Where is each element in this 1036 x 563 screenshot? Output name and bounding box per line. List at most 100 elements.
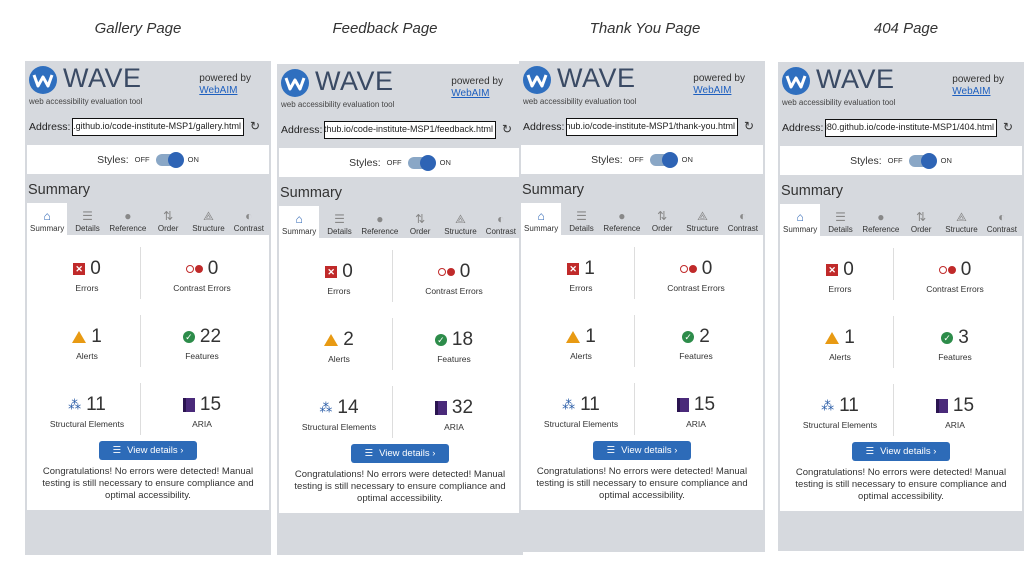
order-icon: ⇅	[916, 210, 927, 224]
aria-icon	[434, 401, 447, 415]
tab-structure[interactable]: ⟁ Structure	[682, 203, 722, 235]
stat-grid: ✕ 0 Errors 0 Contrast Errors 1 Alerts ✓ 3 Feature…	[780, 236, 1022, 442]
tab-label: Structure	[444, 227, 477, 236]
tab-summary[interactable]: ⌂ Summary	[279, 206, 320, 238]
styles-toggle-bar: Styles: OFF ON	[279, 148, 521, 177]
address-input[interactable]: l.github.io/code-institute-MSP1/gallery.…	[72, 118, 244, 136]
tab-reference[interactable]: ● Reference	[108, 203, 148, 235]
stat-aria: 32 ARIA	[394, 396, 514, 432]
address-input[interactable]: hub.io/code-institute-MSP1/thank-you.htm…	[566, 118, 738, 136]
view-details-button[interactable]: ☰ View details ›	[852, 442, 950, 461]
reload-icon[interactable]: ↻	[744, 119, 754, 133]
reload-icon[interactable]: ↻	[1003, 120, 1013, 134]
tab-order[interactable]: ⇅ Order	[400, 206, 440, 238]
tab-contrast[interactable]: ◐ Contrast	[481, 206, 521, 238]
view-details-button[interactable]: ☰ View details ›	[351, 444, 449, 463]
address-input[interactable]: i80.github.io/code-institute-MSP1/404.ht…	[825, 119, 997, 137]
styles-toggle-bar: Styles: OFF ON	[27, 145, 269, 174]
stat-line: 0	[895, 258, 1015, 282]
order-icon: ⇅	[163, 209, 174, 223]
stat-structural: ⁂ 14 Structural Elements	[279, 396, 399, 432]
styles-toggle-bar: Styles: OFF ON	[780, 146, 1022, 175]
webaim-link[interactable]: WebAIM	[693, 85, 745, 97]
stat-label: Alerts	[76, 351, 98, 361]
powered-by: powered by WebAIM	[952, 74, 1004, 98]
stat-label: Alerts	[328, 354, 350, 364]
wave-logo-icon	[280, 68, 310, 98]
tab-reference[interactable]: ● Reference	[360, 206, 400, 238]
wave-logo-icon	[522, 65, 552, 95]
tab-label: Details	[75, 224, 100, 233]
list-icon: ☰	[606, 445, 616, 456]
tab-structure[interactable]: ⟁ Structure	[188, 203, 228, 235]
stat-contrast-errors: 0 Contrast Errors	[142, 257, 262, 293]
tab-order[interactable]: ⇅ Order	[642, 203, 682, 235]
styles-toggle[interactable]	[407, 154, 436, 171]
tab-bar: ⌂ Summary ☰ Details ● Reference ⇅ Order ⟁ Structu…	[521, 203, 763, 235]
structure-icon: ⁂	[562, 397, 576, 412]
styles-toggle[interactable]	[155, 151, 184, 168]
view-details-button[interactable]: ☰ View details ›	[593, 441, 691, 460]
styles-on-label: ON	[187, 155, 199, 164]
stat-aria: 15 ARIA	[636, 393, 756, 429]
wave-header: WAVE web accessibility evaluation tool pow…	[778, 62, 1024, 112]
home-icon: ⌂	[43, 209, 51, 223]
tab-contrast[interactable]: ◐ Contrast	[982, 204, 1022, 236]
contrast-icon: ◐	[497, 212, 505, 226]
reload-icon[interactable]: ↻	[250, 119, 260, 133]
tab-summary[interactable]: ⌂ Summary	[521, 203, 562, 235]
tab-label: Contrast	[986, 225, 1017, 234]
tab-summary[interactable]: ⌂ Summary	[27, 203, 68, 235]
tab-summary[interactable]: ⌂ Summary	[780, 204, 821, 236]
tab-label: Structure	[686, 224, 719, 233]
alert-icon	[324, 334, 339, 346]
page-title: Thank You Page	[589, 20, 701, 37]
address-row: Address: ithub.io/code-institute-MSP1/fee…	[277, 120, 523, 142]
stat-contrast-errors: 0 Contrast Errors	[636, 257, 756, 293]
tab-details[interactable]: ☰ Details	[67, 203, 107, 235]
stat-count: 15	[199, 394, 222, 415]
wave-subtitle: web accessibility evaluation tool	[523, 97, 637, 106]
tab-label: Summary	[30, 224, 65, 233]
styles-toggle-bar: Styles: OFF ON	[521, 145, 763, 174]
tab-structure[interactable]: ⟁ Structure	[941, 204, 981, 236]
address-input[interactable]: ithub.io/code-institute-MSP1/feedback.ht…	[324, 121, 496, 139]
webaim-link[interactable]: WebAIM	[451, 88, 503, 100]
tab-reference[interactable]: ● Reference	[861, 204, 901, 236]
structure-icon: ⟁	[697, 209, 708, 223]
tab-details[interactable]: ☰ Details	[561, 203, 601, 235]
stat-count: 1	[844, 327, 855, 348]
tab-contrast[interactable]: ◐ Contrast	[723, 203, 763, 235]
structure-icon: ⟁	[455, 212, 466, 226]
tab-order[interactable]: ⇅ Order	[901, 204, 941, 236]
stat-label: Alerts	[829, 352, 851, 362]
wave-subtitle: web accessibility evaluation tool	[29, 97, 143, 106]
stat-grid: ✕ 0 Errors 0 Contrast Errors 1 Alerts ✓ 22 Featur…	[27, 235, 269, 441]
reload-icon[interactable]: ↻	[502, 122, 512, 136]
tab-details[interactable]: ☰ Details	[820, 204, 860, 236]
tab-order[interactable]: ⇅ Order	[148, 203, 188, 235]
styles-toggle[interactable]	[649, 151, 678, 168]
webaim-link[interactable]: WebAIM	[952, 86, 1004, 98]
styles-toggle[interactable]	[908, 152, 937, 169]
stat-count: 32	[451, 397, 474, 418]
stat-label: Features	[679, 351, 713, 361]
stat-label: Errors	[828, 284, 852, 294]
summary-card: ✕ 0 Errors 0 Contrast Errors 1 Alerts ✓ 22 Featur…	[27, 235, 269, 510]
tab-contrast[interactable]: ◐ Contrast	[229, 203, 269, 235]
webaim-link[interactable]: WebAIM	[199, 85, 251, 97]
stat-count: 11	[580, 394, 600, 415]
tab-structure[interactable]: ⟁ Structure	[440, 206, 480, 238]
tab-reference[interactable]: ● Reference	[602, 203, 642, 235]
view-details-button[interactable]: ☰ View details ›	[99, 441, 197, 460]
toggle-knob	[920, 152, 937, 169]
address-row: Address: hub.io/code-institute-MSP1/thank…	[519, 117, 765, 139]
tab-label: Reference	[603, 224, 641, 233]
tab-label: Details	[327, 227, 352, 236]
tab-details[interactable]: ☰ Details	[319, 206, 359, 238]
congratulations-message: Congratulations! No errors were detected…	[536, 466, 748, 501]
wave-logo-icon	[781, 66, 811, 96]
wave-wordmark: WAVE	[63, 63, 142, 93]
powered-by-text: powered by	[451, 76, 503, 87]
tab-bar: ⌂ Summary ☰ Details ● Reference ⇅ Order ⟁ Structu…	[780, 204, 1022, 236]
